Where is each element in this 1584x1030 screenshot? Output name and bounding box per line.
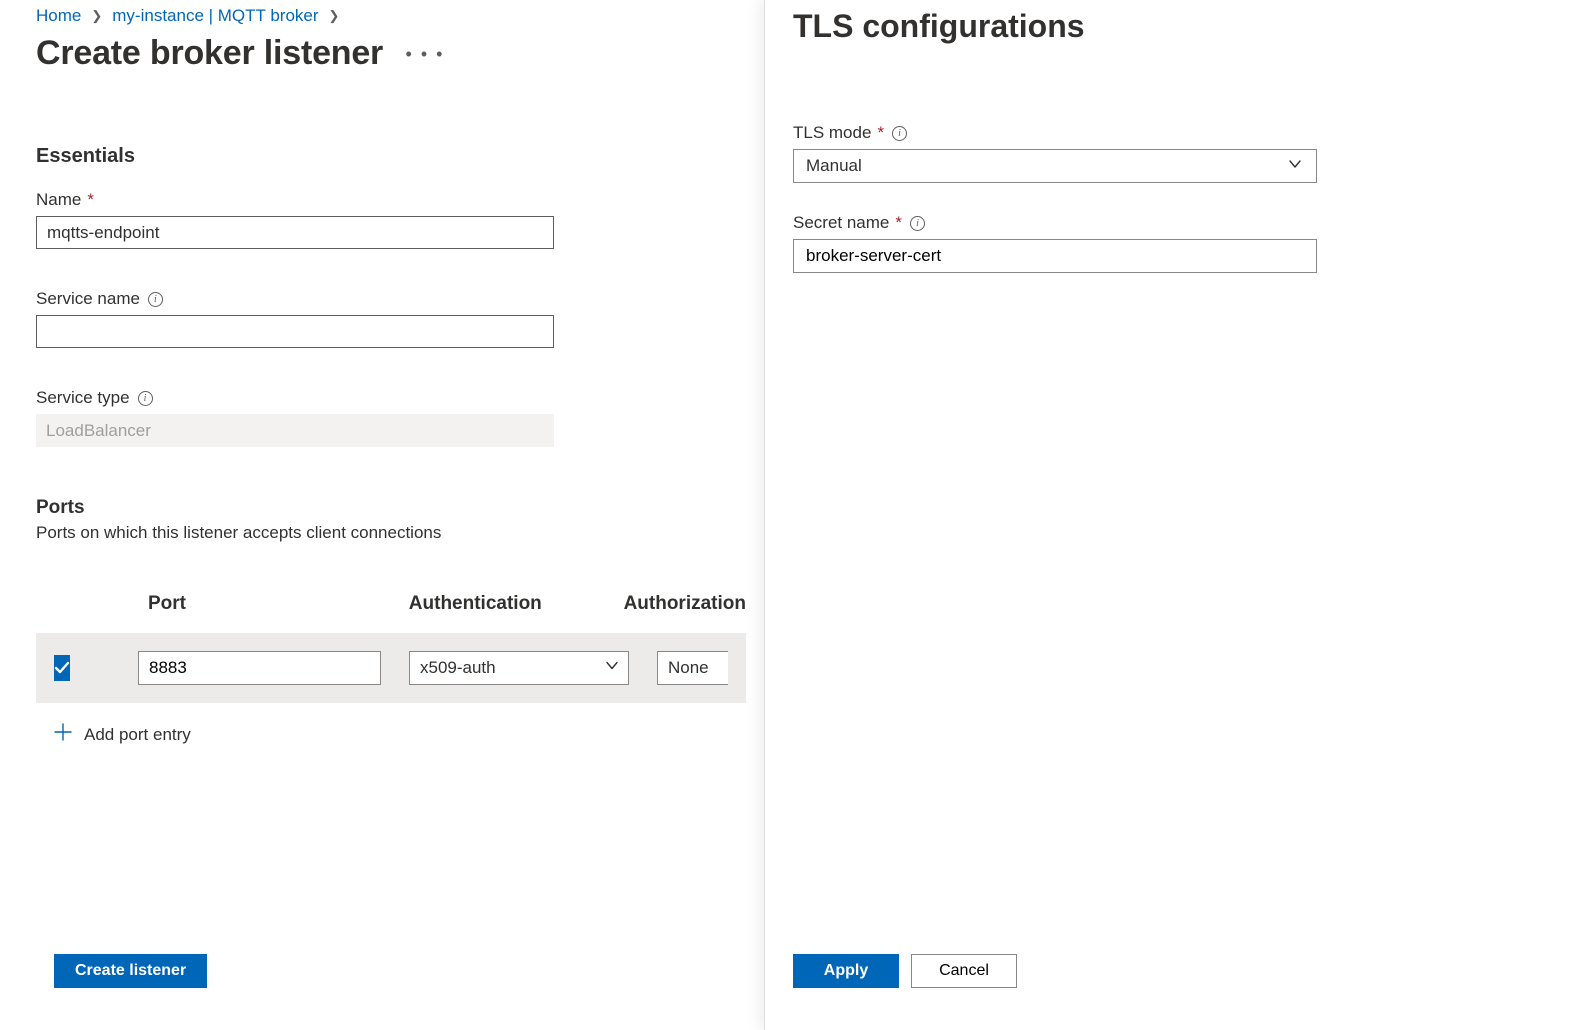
ports-heading: Ports — [36, 497, 746, 519]
column-authorization: Authorization — [624, 593, 746, 615]
tls-mode-label: TLS mode* i — [793, 123, 1556, 143]
info-icon[interactable]: i — [910, 216, 925, 231]
service-type-label: Service type i — [36, 388, 746, 408]
secret-name-input[interactable] — [793, 239, 1317, 273]
breadcrumb-instance[interactable]: my-instance | MQTT broker — [112, 6, 318, 26]
page-title: Create broker listener — [36, 34, 383, 73]
apply-button[interactable]: Apply — [793, 954, 899, 988]
more-actions-icon[interactable]: • • • — [406, 44, 445, 64]
service-type-input — [36, 414, 554, 447]
authentication-value: x509-auth — [420, 658, 496, 678]
authentication-select[interactable]: x509-auth — [409, 651, 629, 685]
breadcrumb-home[interactable]: Home — [36, 6, 81, 26]
chevron-right-icon: ❯ — [91, 8, 102, 24]
secret-name-label: Secret name* i — [793, 213, 1556, 233]
info-icon[interactable]: i — [892, 126, 907, 141]
add-port-entry-button[interactable]: Add port entry — [36, 723, 746, 746]
side-panel-title: TLS configurations — [793, 8, 1556, 45]
ports-table-header: Port Authentication Authorization — [36, 593, 746, 615]
name-label: Name* — [36, 190, 746, 210]
ports-description: Ports on which this listener accepts cli… — [36, 523, 746, 543]
tls-mode-value: Manual — [806, 156, 862, 176]
column-authentication: Authentication — [409, 593, 624, 615]
info-icon[interactable]: i — [148, 292, 163, 307]
name-input[interactable] — [36, 216, 554, 249]
create-listener-button[interactable]: Create listener — [54, 954, 207, 988]
plus-icon — [54, 723, 72, 746]
ports-table-row: x509-auth None — [36, 633, 746, 703]
authorization-select[interactable]: None — [657, 651, 728, 685]
service-name-label: Service name i — [36, 289, 746, 309]
info-icon[interactable]: i — [138, 391, 153, 406]
cancel-button[interactable]: Cancel — [911, 954, 1017, 988]
essentials-heading: Essentials — [36, 145, 746, 168]
checkmark-icon — [54, 660, 70, 676]
breadcrumb: Home ❯ my-instance | MQTT broker ❯ — [36, 6, 746, 26]
add-port-entry-label: Add port entry — [84, 725, 191, 745]
service-name-input[interactable] — [36, 315, 554, 348]
chevron-down-icon — [1288, 156, 1302, 176]
tls-mode-select[interactable]: Manual — [793, 149, 1317, 183]
authorization-value: None — [668, 658, 709, 678]
chevron-right-icon: ❯ — [329, 8, 340, 24]
port-input[interactable] — [138, 651, 381, 685]
column-port: Port — [148, 593, 409, 615]
row-checkbox[interactable] — [54, 655, 70, 681]
